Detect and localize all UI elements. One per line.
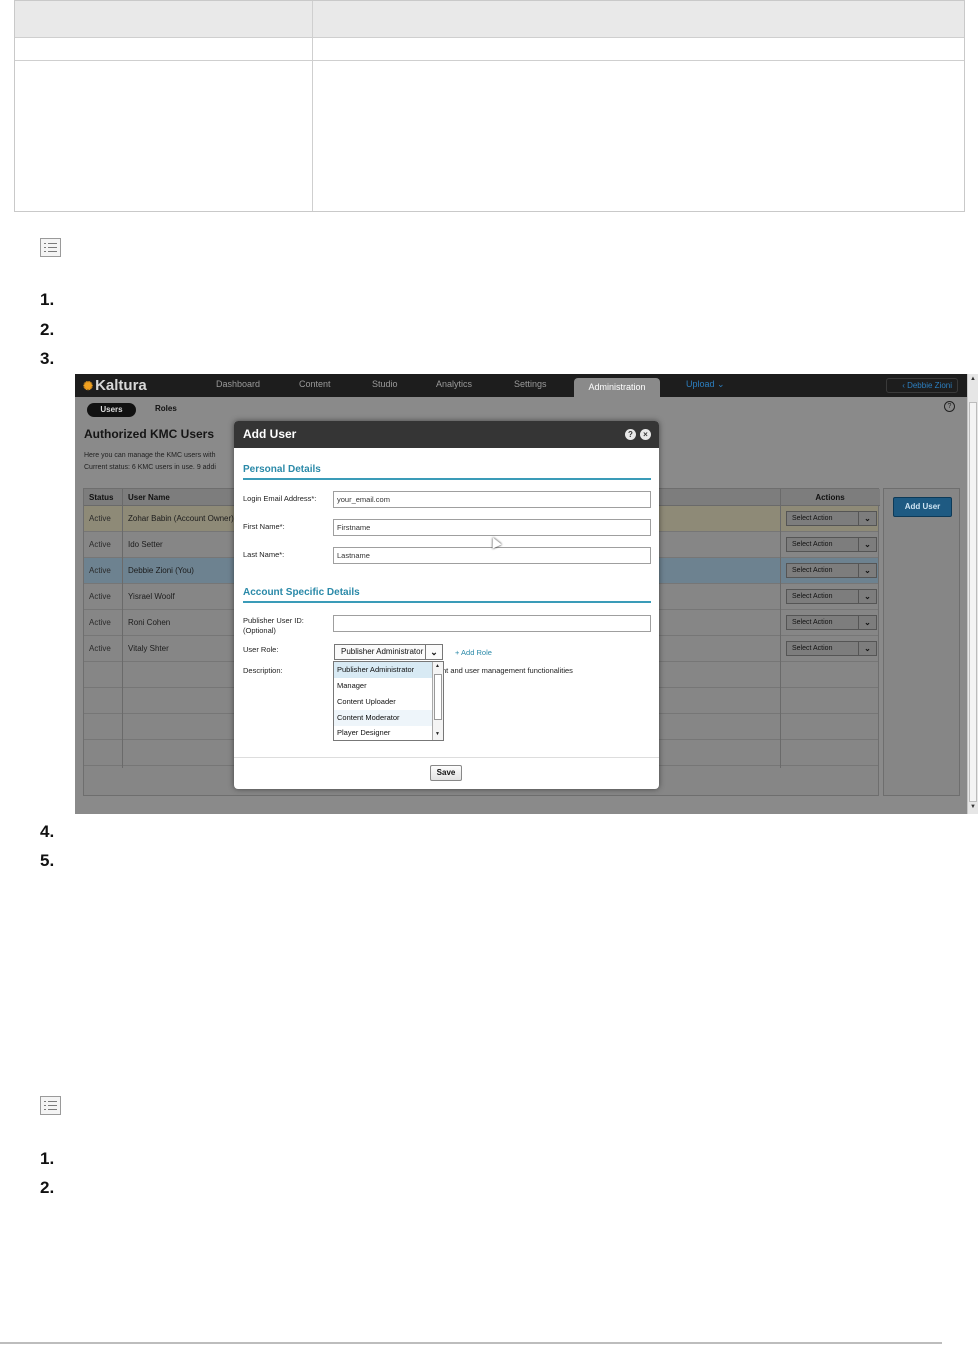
nav-analytics[interactable]: Analytics <box>436 379 472 389</box>
publisher-id-field[interactable] <box>333 615 651 632</box>
row-status: Active <box>89 618 111 627</box>
col-actions: Actions <box>780 489 880 506</box>
step-number: 1. <box>40 290 55 309</box>
select-action-dropdown[interactable]: Select Action ⌄ <box>786 537 877 552</box>
step-number: 1. <box>40 1149 55 1168</box>
row-user-name: Yisrael Woolf <box>128 592 175 601</box>
chevron-down-icon: ⌄ <box>858 590 876 603</box>
select-action-dropdown[interactable]: Select Action ⌄ <box>786 511 877 526</box>
add-role-link[interactable]: + Add Role <box>455 648 492 657</box>
chevron-down-icon: ⌄ <box>858 642 876 655</box>
doc-table-row <box>15 38 964 61</box>
description-label: Description: <box>243 666 283 675</box>
scroll-up-icon[interactable]: ▲ <box>435 663 440 669</box>
sun-icon: ✺ <box>83 379 94 393</box>
doc-table <box>14 0 965 212</box>
publisher-id-label: Publisher User ID: (Optional) <box>243 616 304 635</box>
row-user-name: Roni Cohen <box>128 618 171 627</box>
nav-settings[interactable]: Settings <box>514 379 547 389</box>
close-icon[interactable]: × <box>640 429 651 440</box>
tab-users[interactable]: Users <box>87 403 136 417</box>
row-status: Active <box>89 644 111 653</box>
user-role-dropdown: Publisher Administrator Manager Content … <box>333 661 444 741</box>
chevron-down-icon: ⌄ <box>425 645 442 659</box>
scrollbar-thumb[interactable] <box>969 402 977 802</box>
dropdown-scroll-thumb[interactable] <box>434 674 442 720</box>
chevron-down-icon: ⌄ <box>858 538 876 551</box>
row-user-name: Ido Setter <box>128 540 163 549</box>
doc-table-header <box>15 1 964 38</box>
step-number: 4. <box>40 822 55 841</box>
first-name-label: First Name*: <box>243 522 285 531</box>
column-divider <box>122 489 123 768</box>
doc-table-divider <box>312 1 313 211</box>
save-button[interactable]: Save <box>430 765 462 781</box>
select-action-dropdown[interactable]: Select Action ⌄ <box>786 563 877 578</box>
page-scrollbar[interactable]: ▲ ▼ <box>967 374 978 814</box>
scroll-up-icon[interactable]: ▲ <box>970 376 976 382</box>
last-name-label: Last Name*: <box>243 550 285 559</box>
dialog-footer-divider <box>234 757 659 758</box>
kaltura-logo[interactable]: ✺ Kaltura <box>83 377 147 394</box>
chevron-down-icon: ⌄ <box>717 379 725 389</box>
step-number: 2. <box>40 320 55 339</box>
user-role-select[interactable]: Publisher Administrator ⌄ <box>334 644 443 660</box>
add-user-button[interactable]: Add User <box>893 497 952 517</box>
note-icon <box>40 1096 61 1115</box>
role-option[interactable]: Content Uploader <box>334 694 432 710</box>
chevron-down-icon: ⌄ <box>858 616 876 629</box>
side-panel: Add User <box>883 488 960 796</box>
nav-administration[interactable]: Administration <box>574 378 660 397</box>
chevron-down-icon: ⌄ <box>858 564 876 577</box>
nav-dashboard[interactable]: Dashboard <box>216 379 260 389</box>
dialog-title: Add User <box>234 421 659 448</box>
user-role-label: User Role: <box>243 645 279 654</box>
nav-studio[interactable]: Studio <box>372 379 398 389</box>
step-number: 5. <box>40 851 55 870</box>
email-label: Login Email Address*: <box>243 494 317 503</box>
kmc-screenshot: ✺ Kaltura Dashboard Content Studio Analyt… <box>75 374 978 814</box>
row-status: Active <box>89 566 111 575</box>
section-personal-details: Personal Details <box>243 464 651 480</box>
tab-roles[interactable]: Roles <box>155 404 177 413</box>
first-name-field[interactable]: Firstname <box>333 519 651 536</box>
select-action-dropdown[interactable]: Select Action ⌄ <box>786 589 877 604</box>
page-description: Here you can manage the KMC users with C… <box>84 452 216 471</box>
step-number: 3. <box>40 349 55 368</box>
kmc-topbar: ✺ Kaltura Dashboard Content Studio Analyt… <box>75 374 978 397</box>
user-menu[interactable]: ‹ Debbie Zioni <box>886 378 958 393</box>
row-status: Active <box>89 540 111 549</box>
row-user-name: Vitaly Shter <box>128 644 169 653</box>
kmc-subbar: Users Roles <box>75 397 978 420</box>
description-text: nt and user management functionalities <box>442 666 573 675</box>
nav-content[interactable]: Content <box>299 379 331 389</box>
row-user-name: Zohar Babin (Account Owner) <box>128 514 234 523</box>
last-name-field[interactable]: Lastname <box>333 547 651 564</box>
select-action-dropdown[interactable]: Select Action ⌄ <box>786 615 877 630</box>
dropdown-scrollbar[interactable]: ▲ ▼ <box>432 662 443 740</box>
nav-upload[interactable]: Upload ⌄ <box>686 379 725 390</box>
row-user-name: Debbie Zioni (You) <box>128 566 194 575</box>
row-status: Active <box>89 514 111 523</box>
note-icon <box>40 238 61 257</box>
col-status[interactable]: Status <box>84 489 122 506</box>
section-account-details: Account Specific Details <box>243 587 651 603</box>
scroll-down-icon[interactable]: ▼ <box>435 731 440 737</box>
column-divider <box>780 489 781 768</box>
role-option[interactable]: Manager <box>334 678 432 694</box>
email-field[interactable]: your_email.com <box>333 491 651 508</box>
row-status: Active <box>89 592 111 601</box>
role-option[interactable]: Player Designer <box>334 726 432 740</box>
help-icon[interactable]: ? <box>944 401 955 412</box>
page-title: Authorized KMC Users <box>84 427 215 441</box>
scroll-down-icon[interactable]: ▼ <box>970 804 976 810</box>
footer-divider <box>0 1342 942 1344</box>
role-option[interactable]: Publisher Administrator <box>334 662 432 678</box>
help-icon[interactable]: ? <box>625 429 636 440</box>
select-action-dropdown[interactable]: Select Action ⌄ <box>786 641 877 656</box>
chevron-down-icon: ⌄ <box>858 512 876 525</box>
add-user-dialog: Add User ? × Personal Details Login Emai… <box>234 421 659 789</box>
role-option[interactable]: Content Moderator <box>334 710 432 726</box>
step-number: 2. <box>40 1178 55 1197</box>
